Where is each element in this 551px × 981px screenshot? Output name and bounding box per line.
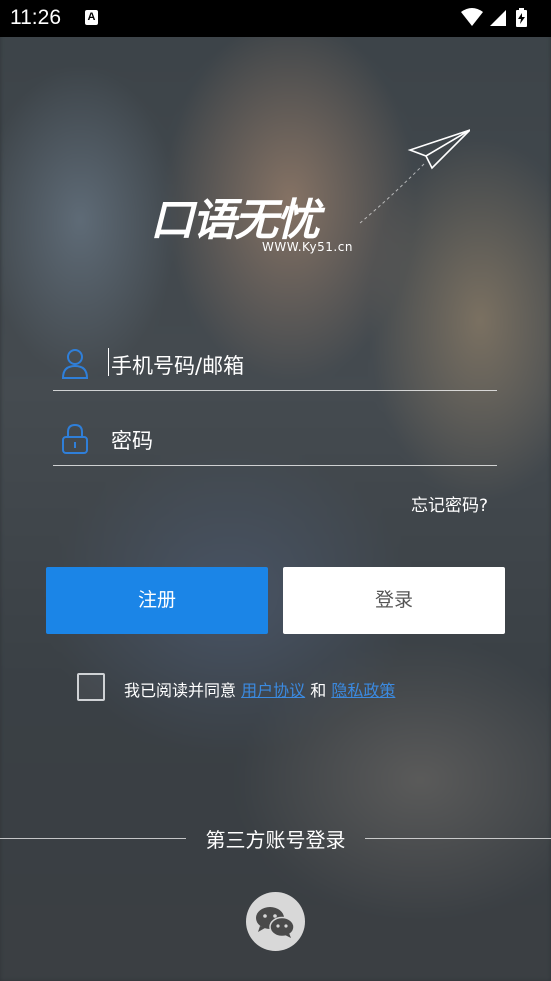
user-icon	[61, 349, 89, 379]
forgot-password-link[interactable]: 忘记密码?	[411, 491, 488, 516]
cellular-icon	[490, 10, 506, 26]
lock-icon	[62, 423, 88, 454]
status-icons	[459, 7, 539, 29]
text-caret	[108, 348, 109, 376]
logo-brand-text: 口语无忧	[150, 195, 320, 246]
wechat-icon	[256, 907, 295, 938]
battery-charging-icon	[516, 8, 527, 27]
agreement-prefix: 我已阅读并同意	[124, 681, 237, 700]
account-input[interactable]: 手机号码/邮箱	[111, 350, 244, 380]
user-agreement-link[interactable]: 用户协议	[241, 681, 305, 700]
paper-plane-icon	[359, 129, 470, 224]
privacy-policy-link[interactable]: 隐私政策	[331, 681, 395, 700]
login-button[interactable]: 登录	[283, 567, 505, 634]
third-party-login-title: 第三方账号登录	[205, 828, 346, 852]
logo-url: WWW.Ky51.cn	[262, 240, 353, 254]
agreement-and: 和	[310, 681, 327, 700]
wifi-icon	[461, 8, 483, 26]
account-field[interactable]: 手机号码/邮箱	[53, 338, 497, 391]
agreement-checkbox[interactable]	[77, 673, 105, 701]
app-logo: 口语无忧 WWW.Ky51.cn	[150, 128, 480, 273]
wechat-login-button[interactable]	[246, 892, 305, 951]
notification-icon: A	[85, 10, 98, 25]
register-button[interactable]: 注册	[46, 567, 268, 634]
status-bar: 11:26 A	[0, 0, 551, 37]
password-input[interactable]: 密码	[111, 425, 153, 455]
agreement-text: 我已阅读并同意 用户协议 和 隐私政策	[124, 677, 395, 701]
status-time: 11:26	[10, 6, 61, 29]
password-field[interactable]: 密码	[53, 413, 497, 466]
